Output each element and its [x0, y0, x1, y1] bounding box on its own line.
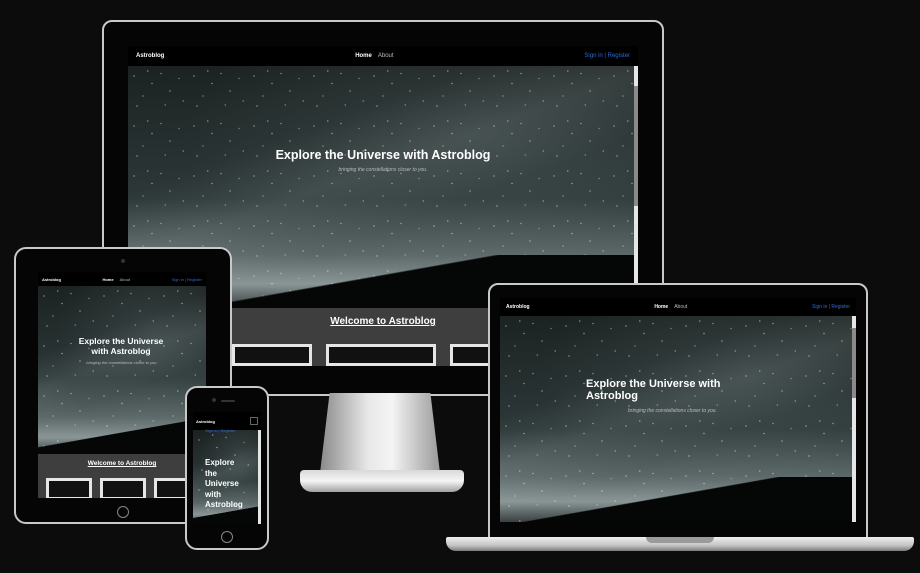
card-row — [46, 478, 194, 498]
welcome-text: Welcome to Astroblog — [87, 460, 157, 467]
hero-title: Explore the Universe with Astroblog — [586, 378, 721, 402]
hero-title-line: with — [205, 489, 221, 499]
welcome-text: Welcome to Astroblog — [330, 316, 436, 327]
nav-home-link[interactable]: Home — [355, 53, 372, 59]
brand-logo[interactable]: Astroblog — [506, 304, 530, 310]
brand-logo[interactable]: Astroblog — [196, 419, 215, 424]
nav-about-link[interactable]: About — [378, 53, 394, 59]
brand-logo[interactable]: Astroblog — [42, 277, 61, 282]
tablet-screen: Astroblog Home About Sign in | Register … — [38, 272, 206, 498]
navbar: Astroblog Home About Sign in | Register — [128, 46, 638, 66]
laptop-screen: Astroblog Home About Sign in | Register … — [500, 298, 856, 522]
scrollbar-thumb[interactable] — [852, 328, 856, 398]
hero-subtitle: bringing the constellations closer to yo… — [86, 360, 158, 365]
phone-screen: Astroblog Sign in | Register Explore the… — [193, 412, 261, 524]
brand-logo[interactable]: Astroblog — [136, 53, 164, 59]
hero-title-line: Explore — [205, 458, 235, 467]
card-row — [232, 344, 510, 366]
navbar: Astroblog Home About Sign in | Register — [500, 298, 856, 316]
nav-about-link[interactable]: About — [674, 304, 687, 310]
nav-home-link[interactable]: Home — [654, 304, 668, 310]
phone-camera — [212, 398, 216, 402]
nav-about-link[interactable]: About — [120, 277, 130, 282]
hero-title-line: Astroblog — [205, 500, 243, 509]
tablet-home-button[interactable] — [117, 506, 129, 518]
scrollbar-thumb[interactable] — [634, 86, 638, 206]
nav-home-link[interactable]: Home — [102, 277, 113, 282]
hero-subtitle: bringing the constellations closer to yo… — [338, 167, 428, 173]
sign-in-register-link[interactable]: Sign in | Register — [584, 53, 630, 59]
navbar: Astroblog Home About Sign in | Register — [38, 272, 206, 286]
tablet-camera — [121, 259, 125, 263]
monitor-stand-neck — [320, 393, 440, 473]
hero-title-line: the — [205, 468, 217, 478]
scrollbar[interactable] — [258, 430, 261, 524]
hero-title: Explore the Universe with Astroblog — [275, 148, 491, 162]
hero-title: Explore the Universe with Astroblog — [78, 336, 164, 356]
hero-background — [500, 316, 856, 522]
post-card[interactable] — [326, 344, 436, 366]
monitor-stand-foot — [300, 470, 464, 492]
sign-in-register-link[interactable]: Sign in | Register — [205, 428, 235, 433]
phone-home-button[interactable] — [221, 531, 233, 543]
hamburger-menu-icon[interactable] — [250, 417, 258, 425]
post-card[interactable] — [100, 478, 146, 498]
post-card[interactable] — [46, 478, 92, 498]
hero-title-line: Universe — [205, 479, 239, 488]
hero-title: Explore the Universe with Astroblog — [205, 458, 243, 511]
hero-subtitle: bringing the constellations closer to yo… — [628, 408, 717, 414]
post-card[interactable] — [232, 344, 312, 366]
sign-in-register-link[interactable]: Sign in | Register — [172, 277, 202, 282]
hero-background — [38, 286, 206, 454]
sign-in-register-link[interactable]: Sign in | Register — [812, 304, 850, 310]
phone-speaker — [221, 400, 235, 402]
laptop-notch — [646, 537, 714, 543]
